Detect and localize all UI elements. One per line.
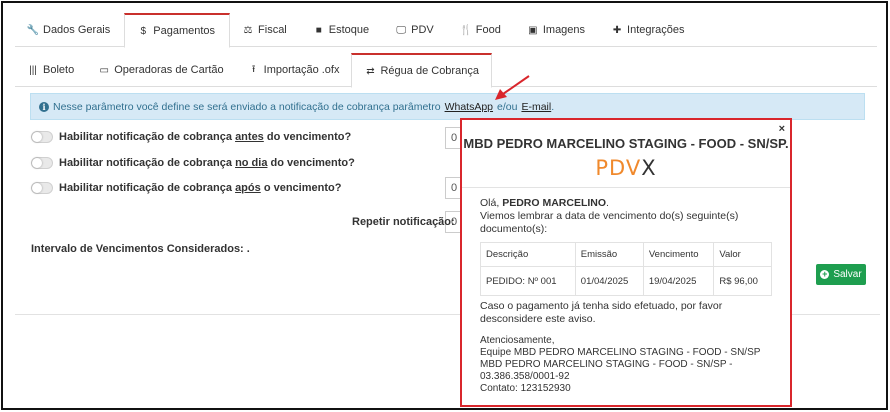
tab-food[interactable]: 🍴 Food xyxy=(448,13,515,47)
wrench-icon: 🔧 xyxy=(26,24,40,36)
credit-card-icon: ▭ xyxy=(99,64,109,76)
col-descricao: Descrição xyxy=(480,242,576,267)
subtab-label: Régua de Cobrança xyxy=(380,65,479,77)
main-tabs: 🔧 Dados Gerais $ Pagamentos ⚖ Fiscal ■ E… xyxy=(15,13,877,48)
box-icon: ■ xyxy=(315,24,322,36)
tab-label: Fiscal xyxy=(258,24,287,36)
interval-label: Intervalo de Vencimentos Considerados: . xyxy=(31,243,250,255)
toggle-row-no-dia: Habilitar notificação de cobrança no dia… xyxy=(31,157,355,169)
table-header-row: Descrição Emissão Vencimento Valor xyxy=(480,242,772,267)
subtab-importacao-ofx[interactable]: ⭱ Importação .ofx xyxy=(236,53,352,87)
save-label: Salvar xyxy=(833,269,862,280)
notification-preview-modal: × MBD PEDRO MARCELINO STAGING - FOOD - S… xyxy=(460,118,792,407)
close-icon[interactable]: × xyxy=(779,123,785,135)
tab-label: Imagens xyxy=(542,24,586,36)
tab-label: Pagamentos xyxy=(153,25,216,37)
modal-intro: Viemos lembrar a data de vencimento do(s… xyxy=(480,210,739,235)
tab-label: Estoque xyxy=(328,24,370,36)
tab-label: Dados Gerais xyxy=(43,24,111,36)
barcode-icon: ||| xyxy=(29,64,37,76)
tab-label: PDV xyxy=(411,24,434,36)
documents-table: Descrição Emissão Vencimento Valor PEDID… xyxy=(480,242,772,296)
toggle-label: Habilitar notificação de cobrança no dia… xyxy=(59,157,355,169)
tab-pagamentos[interactable]: $ Pagamentos xyxy=(124,13,231,48)
info-alert: i Nesse parâmetro você define se será en… xyxy=(30,93,865,120)
window-frame: 🔧 Dados Gerais $ Pagamentos ⚖ Fiscal ■ E… xyxy=(1,1,888,410)
cell-emissao: 01/04/2025 xyxy=(574,266,644,296)
plus-icon: + xyxy=(820,269,830,279)
utensils-icon: 🍴 xyxy=(459,24,472,36)
puzzle-icon: ✚ xyxy=(612,24,622,36)
modal-divider xyxy=(462,187,790,188)
paid-note: Caso o pagamento já tenha sido efetuado,… xyxy=(480,300,723,325)
subtab-label: Operadoras de Cartão xyxy=(114,64,224,76)
info-text: Nesse parâmetro você define se será envi… xyxy=(53,100,441,113)
tab-label: Food xyxy=(475,24,501,36)
cell-descricao: PEDIDO: Nº 001 xyxy=(480,266,576,296)
repeat-label: Repetir notificação: xyxy=(352,216,455,228)
modal-signature: Atenciosamente, Equipe MBD PEDRO MARCELI… xyxy=(480,335,761,394)
sub-tabs: ||| Boleto ▭ Operadoras de Cartão ⭱ Impo… xyxy=(15,53,877,88)
exchange-icon: ⇄ xyxy=(366,65,375,77)
toggle-row-antes: Habilitar notificação de cobrança antes … xyxy=(31,131,351,143)
tab-fiscal[interactable]: ⚖ Fiscal xyxy=(230,13,301,47)
toggle-label: Habilitar notificação de cobrança antes … xyxy=(59,131,352,143)
tab-estoque[interactable]: ■ Estoque xyxy=(301,13,383,47)
toggle-row-apos: Habilitar notificação de cobrança após o… xyxy=(31,182,341,194)
tab-integracoes[interactable]: ✚ Integrações xyxy=(599,13,698,47)
image-icon: ▣ xyxy=(528,24,538,36)
table-row: PEDIDO: Nº 001 01/04/2025 19/04/2025 R$ … xyxy=(480,266,772,296)
subtab-label: Boleto xyxy=(43,64,75,76)
scale-icon: ⚖ xyxy=(243,24,253,36)
col-vencimento: Vencimento xyxy=(642,242,715,267)
annotation-arrow-icon xyxy=(495,75,530,100)
col-emissao: Emissão xyxy=(574,242,644,267)
info-icon: i xyxy=(39,101,49,112)
toggle-switch-no-dia[interactable] xyxy=(31,157,53,169)
cell-vencimento: 19/04/2025 xyxy=(642,266,715,296)
subtab-boleto[interactable]: ||| Boleto xyxy=(15,53,86,87)
dollar-icon: $ xyxy=(140,25,147,37)
monitor-icon: 🖵 xyxy=(396,24,406,36)
toggle-label: Habilitar notificação de cobrança após o… xyxy=(59,182,342,194)
subtab-operadoras-cartao[interactable]: ▭ Operadoras de Cartão xyxy=(86,53,235,87)
info-text-end: . xyxy=(551,100,555,113)
tab-dados-gerais[interactable]: 🔧 Dados Gerais xyxy=(15,13,124,47)
tab-pdv[interactable]: 🖵 PDV xyxy=(383,13,448,47)
modal-title: MBD PEDRO MARCELINO STAGING - FOOD - SN/… xyxy=(463,136,789,151)
upload-icon: ⭱ xyxy=(251,63,256,75)
toggle-switch-apos[interactable] xyxy=(31,182,53,194)
tab-label: Integrações xyxy=(627,24,685,36)
subtab-regua-cobranca[interactable]: ⇄ Régua de Cobrança xyxy=(351,53,492,88)
tab-imagens[interactable]: ▣ Imagens xyxy=(515,13,599,47)
save-button[interactable]: + Salvar xyxy=(816,264,866,285)
cell-valor: R$ 96,00 xyxy=(713,266,772,296)
subtab-label: Importação .ofx xyxy=(263,64,340,76)
col-valor: Valor xyxy=(713,242,772,267)
modal-greeting: Olá, PEDRO MARCELINO. Viemos lembrar a d… xyxy=(480,197,739,235)
pdvx-logo: PDV X xyxy=(570,154,682,182)
toggle-switch-antes[interactable] xyxy=(31,131,53,143)
